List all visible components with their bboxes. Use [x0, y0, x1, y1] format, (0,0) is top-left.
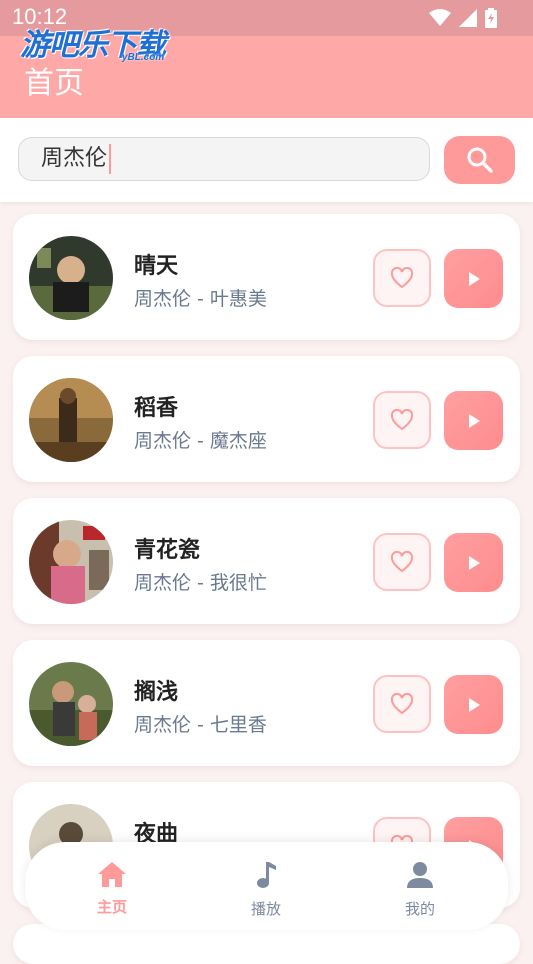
nav-label-mine: 我的 — [404, 900, 435, 918]
album-cover — [29, 378, 113, 462]
status-icons — [429, 8, 497, 28]
battery-icon — [485, 8, 497, 28]
song-title: 晴天 — [134, 254, 179, 279]
song-artist: 周杰伦 - 魔杰座 — [134, 430, 267, 452]
app-header: 10:12 游吧乐下载 yBL.com 首页 — [0, 0, 533, 118]
heart-icon — [390, 551, 414, 573]
watermark-logo-sub: yBL.com — [122, 52, 165, 63]
album-cover — [29, 662, 113, 746]
play-button[interactable] — [444, 391, 503, 450]
album-cover — [29, 236, 113, 320]
song-title: 稻香 — [134, 396, 179, 421]
wifi-icon — [429, 9, 451, 26]
nav-label-home: 主页 — [96, 898, 127, 916]
song-artist: 周杰伦 - 叶惠美 — [134, 288, 267, 310]
search-button[interactable] — [444, 136, 515, 184]
text-caret — [109, 144, 112, 174]
search-icon — [467, 147, 493, 173]
signal-icon — [459, 9, 477, 27]
music-note-icon — [257, 862, 276, 888]
play-icon — [468, 271, 480, 286]
search-input[interactable]: 周杰伦 — [18, 137, 430, 181]
song-title: 搁浅 — [134, 680, 179, 705]
user-icon — [407, 862, 433, 888]
song-artist: 周杰伦 - 我很忙 — [134, 572, 267, 594]
nav-item-play[interactable]: 播放 — [226, 860, 306, 919]
song-card[interactable] — [13, 924, 520, 964]
song-artist: 周杰伦 - 七里香 — [134, 714, 267, 736]
song-card[interactable]: 搁浅 周杰伦 - 七里香 — [13, 640, 520, 766]
play-button[interactable] — [444, 249, 503, 308]
play-button[interactable] — [444, 533, 503, 592]
song-title: 青花瓷 — [134, 538, 201, 563]
search-input-value: 周杰伦 — [41, 146, 108, 171]
heart-icon — [390, 409, 414, 431]
heart-icon — [390, 693, 414, 715]
song-card[interactable]: 稻香 周杰伦 - 魔杰座 — [13, 356, 520, 482]
bottom-nav: 主页 播放 我的 — [25, 842, 508, 930]
like-button[interactable] — [373, 533, 431, 591]
home-icon — [98, 862, 126, 887]
song-card[interactable]: 晴天 周杰伦 - 叶惠美 — [13, 214, 520, 340]
like-button[interactable] — [373, 675, 431, 733]
like-button[interactable] — [373, 249, 431, 307]
play-icon — [468, 697, 480, 712]
page-title: 首页 — [24, 66, 84, 101]
album-cover — [29, 520, 113, 604]
nav-item-mine[interactable]: 我的 — [380, 860, 460, 919]
nav-item-home[interactable]: 主页 — [72, 860, 152, 917]
play-icon — [468, 413, 480, 428]
play-button[interactable] — [444, 675, 503, 734]
play-icon — [468, 555, 480, 570]
like-button[interactable] — [373, 391, 431, 449]
song-card[interactable]: 青花瓷 周杰伦 - 我很忙 — [13, 498, 520, 624]
nav-label-play: 播放 — [250, 900, 281, 918]
heart-icon — [390, 267, 414, 289]
